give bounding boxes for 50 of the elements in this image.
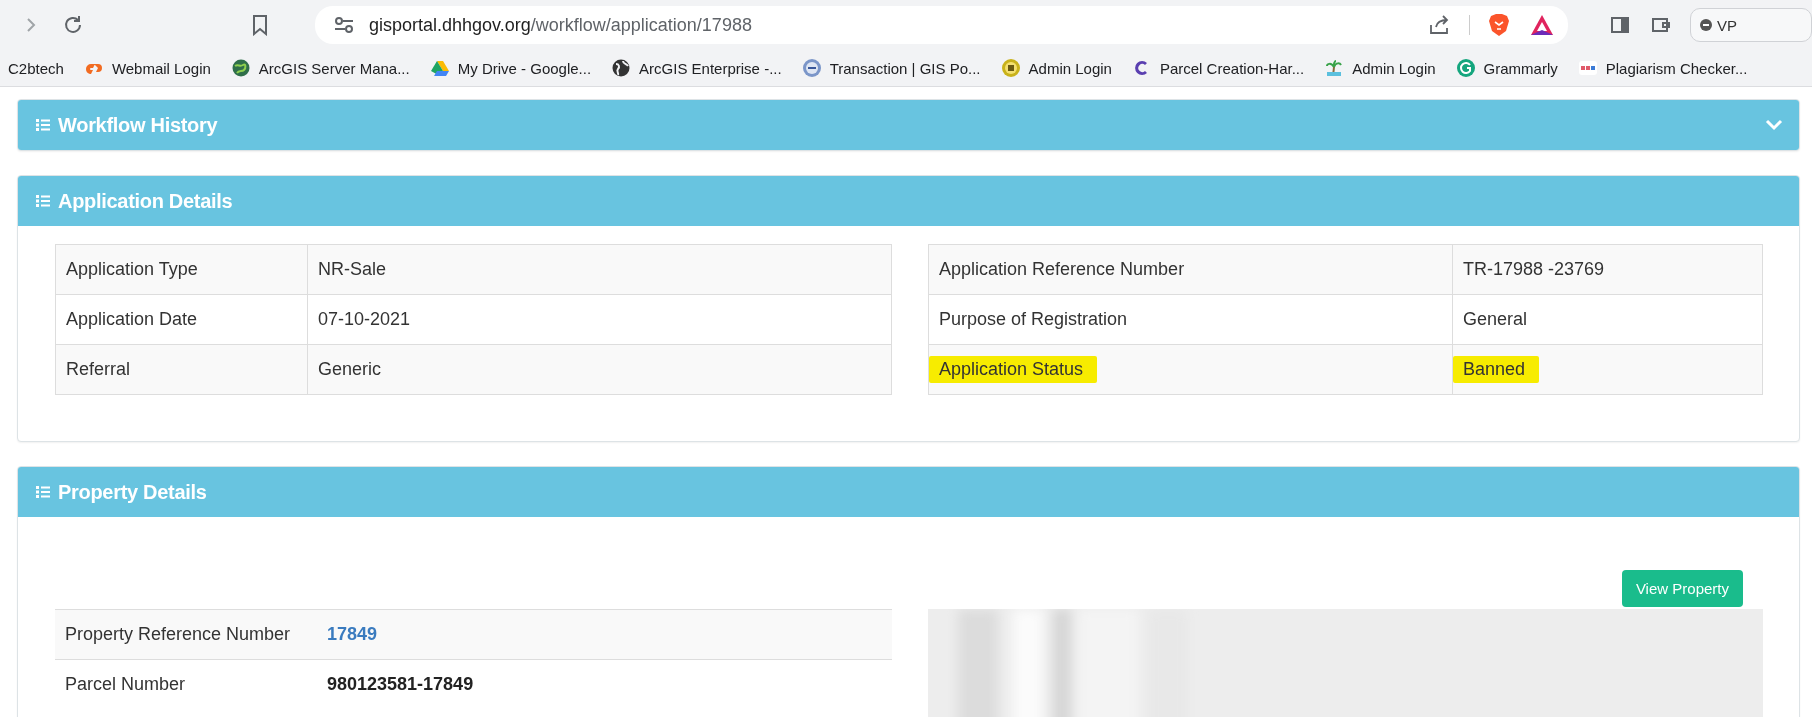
panel-title: Property Details [58, 480, 207, 504]
list-icon [36, 194, 50, 208]
bookmark-item[interactable]: Admin Login [1324, 58, 1436, 78]
table-cell-text: Parcel Number [64, 673, 187, 696]
table-cell-text: Application Date [65, 308, 199, 331]
bookmark-item[interactable]: Transaction | GIS Po... [801, 58, 981, 78]
list-icon [36, 485, 50, 499]
minus-icon [1700, 19, 1712, 31]
reload-icon[interactable] [62, 14, 84, 36]
seal-icon [801, 58, 822, 78]
panel-title: Application Details [58, 189, 233, 213]
bookmark-item[interactable]: Admin Login [1000, 58, 1112, 78]
bookmark-item[interactable]: ArcGIS Enterprise -... [611, 58, 782, 78]
palm-tree-icon [1324, 58, 1345, 78]
url-path: /workflow/application/17988 [530, 14, 752, 36]
property-link[interactable]: 17849 [327, 624, 378, 645]
table-cell: Generic [307, 345, 891, 394]
table-cell-text: Referral [65, 358, 132, 381]
seal-icon [1000, 58, 1021, 78]
cell-text: General [1462, 308, 1529, 331]
wallet-icon[interactable] [1650, 15, 1672, 35]
cell-text: TR-17988 -23769 [1462, 258, 1606, 281]
drive-icon [429, 58, 450, 78]
table-cell: 980123581-17849 [327, 674, 474, 695]
bookmark-item[interactable]: Plagiarism Checker... [1577, 58, 1748, 78]
tune-icon[interactable] [333, 16, 355, 34]
bookmark-item[interactable]: ArcGIS Server Mana... [230, 58, 410, 78]
globe-icon [230, 58, 251, 78]
bookmark-item[interactable]: Parcel Creation-Har... [1131, 58, 1305, 78]
cell-text: Purpose of Registration [938, 308, 1129, 331]
url-host: gisportal.dhhgov.org [369, 14, 531, 36]
triangle-icon[interactable] [1530, 14, 1554, 36]
bookmark-item[interactable]: Webmail Login [83, 58, 211, 78]
bookmark-icon[interactable] [251, 14, 269, 36]
share-icon[interactable] [1429, 15, 1451, 35]
cell-text: Banned [1453, 356, 1540, 383]
table-cell-text: Application Type [65, 258, 199, 281]
cell-text: Application Reference Number [938, 258, 1186, 281]
panel-title: Workflow History [58, 113, 218, 137]
bookmark-item[interactable]: My Drive - Google... [429, 58, 592, 78]
address-bar[interactable]: gisportal.dhhgov.org/workflow/application/17988 [315, 6, 1568, 44]
sidebar-icon[interactable] [1610, 15, 1630, 35]
cell-text: Application Status [929, 356, 1098, 383]
grammarly-icon [1455, 58, 1476, 78]
bookmark-item[interactable]: Grammarly [1455, 58, 1558, 78]
list-icon [36, 118, 50, 132]
globe-icon [611, 58, 632, 78]
vpn-button[interactable]: VP [1690, 8, 1812, 42]
table-cell-text: Property Reference Number [64, 623, 292, 646]
bookmark-item[interactable]: C2btech [8, 59, 64, 77]
